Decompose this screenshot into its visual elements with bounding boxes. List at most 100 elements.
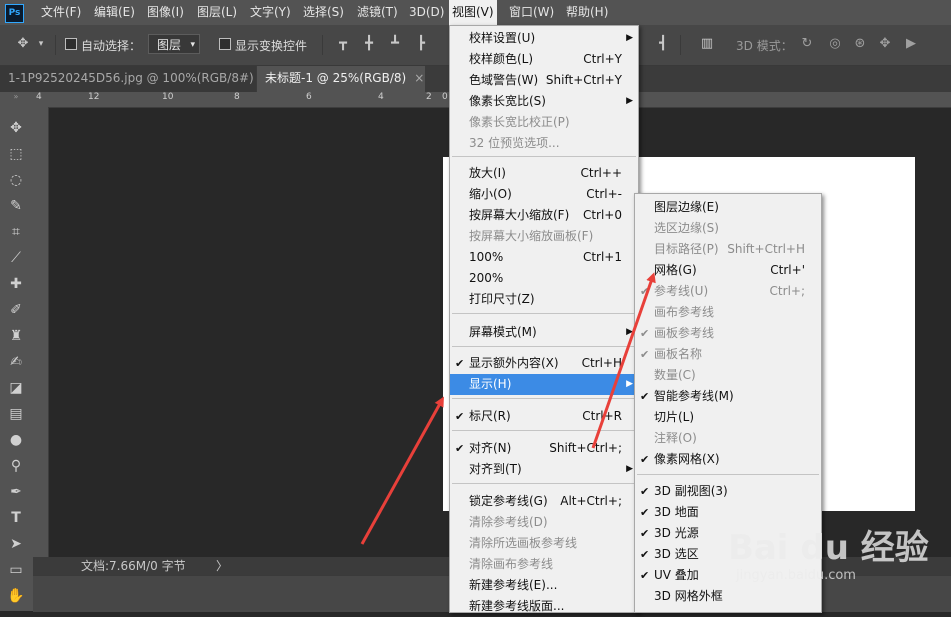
check-icon: ✔ bbox=[640, 453, 650, 466]
move-tool-icon[interactable]: ✥ bbox=[5, 117, 27, 139]
menu-item-200[interactable]: 200% bbox=[450, 268, 638, 289]
menu-item-snap-to[interactable]: 对齐到(T) ▶ bbox=[450, 459, 638, 480]
menu-item-fit-screen[interactable]: 按屏幕大小缩放(F) Ctrl+0 bbox=[450, 205, 638, 226]
3d-slide-icon[interactable]: ✥ bbox=[878, 37, 892, 51]
submenu-item-guides[interactable]: ✔ 参考线(U) Ctrl+; bbox=[635, 281, 821, 302]
menu-filter[interactable]: 滤镜(T) bbox=[354, 0, 401, 25]
dodge-tool-icon[interactable]: ⚲ bbox=[5, 455, 27, 477]
menu-item-32bit-preview[interactable]: 32 位预览选项... bbox=[450, 133, 638, 154]
pen-tool-icon[interactable]: ✒ bbox=[5, 481, 27, 503]
crop-tool-icon[interactable]: ⌗ bbox=[5, 221, 27, 243]
menu-item-print-size[interactable]: 打印尺寸(Z) bbox=[450, 289, 638, 310]
submenu-item-notes[interactable]: 注释(O) bbox=[635, 428, 821, 449]
submenu-item-selection-edges[interactable]: 选区边缘(S) bbox=[635, 218, 821, 239]
submenu-item-pixel-grid[interactable]: ✔ 像素网格(X) bbox=[635, 449, 821, 470]
menu-item-fit-artboard[interactable]: 按屏幕大小缩放画板(F) bbox=[450, 226, 638, 247]
submenu-item-canvas-guides[interactable]: 画布参考线 bbox=[635, 302, 821, 323]
menu-edit[interactable]: 编辑(E) bbox=[91, 0, 138, 25]
ruler-tick: 2 bbox=[426, 92, 432, 102]
submenu-arrow-icon: ▶ bbox=[626, 464, 633, 474]
close-icon[interactable]: × bbox=[414, 71, 424, 85]
align-bottom-icon[interactable]: ┻ bbox=[388, 37, 402, 51]
submenu-item-3d-mesh-bounds[interactable]: 3D 网格外框 bbox=[635, 586, 821, 607]
submenu-item-grid[interactable]: 网格(G) Ctrl+' bbox=[635, 260, 821, 281]
gradient-tool-icon[interactable]: ▤ bbox=[5, 403, 27, 425]
menu-image[interactable]: 图像(I) bbox=[144, 0, 187, 25]
menu-item-zoom-in[interactable]: 放大(I) Ctrl++ bbox=[450, 163, 638, 184]
menu-item-clear-artboard-guides[interactable]: 清除所选画板参考线 bbox=[450, 533, 638, 554]
menu-item-new-guide-layout[interactable]: 新建参考线版面... bbox=[450, 596, 638, 617]
blur-tool-icon[interactable]: ● bbox=[5, 429, 27, 451]
hand-tool-icon[interactable]: ✋ bbox=[5, 585, 27, 607]
auto-select-checkbox[interactable] bbox=[65, 38, 77, 50]
rectangle-tool-icon[interactable]: ▭ bbox=[5, 559, 27, 581]
healing-tool-icon[interactable]: ✚ bbox=[5, 273, 27, 295]
distribute-icon[interactable]: ┫ bbox=[656, 37, 670, 51]
ruler-tick: 0 bbox=[442, 92, 448, 102]
align-vcenter-icon[interactable]: ╋ bbox=[362, 37, 376, 51]
submenu-item-artboard-guides[interactable]: ✔ 画板参考线 bbox=[635, 323, 821, 344]
baidu-watermark: Bai du 经验 bbox=[728, 528, 929, 568]
align-left-icon[interactable]: ┣ bbox=[414, 37, 428, 51]
menu-item-proof-setup[interactable]: 校样设置(U) ▶ bbox=[450, 28, 638, 49]
show-transform-checkbox[interactable] bbox=[219, 38, 231, 50]
menu-item-pixel-aspect-correction[interactable]: 像素长宽比校正(P) bbox=[450, 112, 638, 133]
menu-item-extras[interactable]: ✔ 显示额外内容(X) Ctrl+H bbox=[450, 353, 638, 374]
menu-layer[interactable]: 图层(L) bbox=[194, 0, 240, 25]
submenu-item-3d-secondary-view[interactable]: ✔ 3D 副视图(3) bbox=[635, 481, 821, 502]
path-select-tool-icon[interactable]: ➤ bbox=[5, 533, 27, 555]
move-tool-icon[interactable]: ✥ bbox=[16, 37, 30, 51]
lasso-tool-icon[interactable]: ◌ bbox=[5, 169, 27, 191]
menu-view[interactable]: 视图(V) bbox=[449, 0, 497, 25]
menu-item-rulers[interactable]: ✔ 标尺(R) Ctrl+R bbox=[450, 406, 638, 427]
menu-item-proof-colors[interactable]: 校样颜色(L) Ctrl+Y bbox=[450, 49, 638, 70]
layer-select-dropdown[interactable]: 图层 ▾ bbox=[148, 34, 200, 54]
submenu-item-slices[interactable]: 切片(L) bbox=[635, 407, 821, 428]
menu-item-100[interactable]: 100% Ctrl+1 bbox=[450, 247, 638, 268]
menu-item-new-guide[interactable]: 新建参考线(E)... bbox=[450, 575, 638, 596]
stamp-tool-icon[interactable]: ♜ bbox=[5, 325, 27, 347]
menu-file[interactable]: 文件(F) bbox=[38, 0, 84, 25]
menu-item-pixel-aspect[interactable]: 像素长宽比(S) ▶ bbox=[450, 91, 638, 112]
menu-item-screen-mode[interactable]: 屏幕模式(M) ▶ bbox=[450, 322, 638, 343]
3d-pan-icon[interactable]: ⊛ bbox=[853, 37, 867, 51]
status-menu-arrow[interactable]: 〉 bbox=[216, 557, 228, 575]
3d-orbit-icon[interactable]: ↻ bbox=[800, 37, 814, 51]
menu-window[interactable]: 窗口(W) bbox=[506, 0, 557, 25]
3d-roll-icon[interactable]: ◎ bbox=[828, 37, 842, 51]
menu-3d[interactable]: 3D(D) bbox=[406, 0, 447, 25]
tab-document-1[interactable]: 1-1P92520245D56.jpg @ 100%(RGB/8#)× bbox=[0, 66, 272, 92]
menu-help[interactable]: 帮助(H) bbox=[563, 0, 611, 25]
menu-item-snap[interactable]: ✔ 对齐(N) Shift+Ctrl+; bbox=[450, 438, 638, 459]
menu-item-zoom-out[interactable]: 缩小(O) Ctrl+- bbox=[450, 184, 638, 205]
menu-select[interactable]: 选择(S) bbox=[300, 0, 347, 25]
submenu-item-target-path[interactable]: 目标路径(P) Shift+Ctrl+H bbox=[635, 239, 821, 260]
submenu-item-count[interactable]: 数量(C) bbox=[635, 365, 821, 386]
menu-item-lock-guides[interactable]: 锁定参考线(G) Alt+Ctrl+; bbox=[450, 491, 638, 512]
history-brush-tool-icon[interactable]: ✍ bbox=[5, 351, 27, 373]
collapse-icon[interactable]: » bbox=[5, 93, 27, 101]
brush-tool-icon[interactable]: ✐ bbox=[5, 299, 27, 321]
menu-separator bbox=[637, 474, 819, 475]
eraser-tool-icon[interactable]: ◪ bbox=[5, 377, 27, 399]
menu-item-show[interactable]: 显示(H) ▶ bbox=[450, 374, 638, 395]
menu-item-gamut-warning[interactable]: 色域警告(W) Shift+Ctrl+Y bbox=[450, 70, 638, 91]
menu-item-clear-guides[interactable]: 清除参考线(D) bbox=[450, 512, 638, 533]
menu-item-clear-canvas-guides[interactable]: 清除画布参考线 bbox=[450, 554, 638, 575]
submenu-item-smart-guides[interactable]: ✔ 智能参考线(M) bbox=[635, 386, 821, 407]
chevron-down-icon[interactable]: ▾ bbox=[34, 37, 48, 51]
eyedropper-tool-icon[interactable]: ⟋ bbox=[5, 247, 27, 269]
menu-type[interactable]: 文字(Y) bbox=[247, 0, 294, 25]
submenu-item-artboard-names[interactable]: ✔ 画板名称 bbox=[635, 344, 821, 365]
3d-camera-icon[interactable]: ▶ bbox=[904, 37, 918, 51]
ruler-vertical[interactable] bbox=[33, 107, 49, 561]
quick-select-tool-icon[interactable]: ✎ bbox=[5, 195, 27, 217]
submenu-arrow-icon: ▶ bbox=[626, 379, 633, 389]
submenu-item-layer-edges[interactable]: 图层边缘(E) bbox=[635, 197, 821, 218]
align-top-icon[interactable]: ┳ bbox=[336, 37, 350, 51]
auto-align-icon[interactable]: ▥ bbox=[700, 37, 714, 51]
check-icon: ✔ bbox=[640, 327, 650, 340]
marquee-tool-icon[interactable]: ⬚ bbox=[5, 143, 27, 165]
type-tool-icon[interactable]: T bbox=[5, 507, 27, 529]
tab-document-2[interactable]: 未标题-1 @ 25%(RGB/8) × bbox=[257, 66, 425, 92]
